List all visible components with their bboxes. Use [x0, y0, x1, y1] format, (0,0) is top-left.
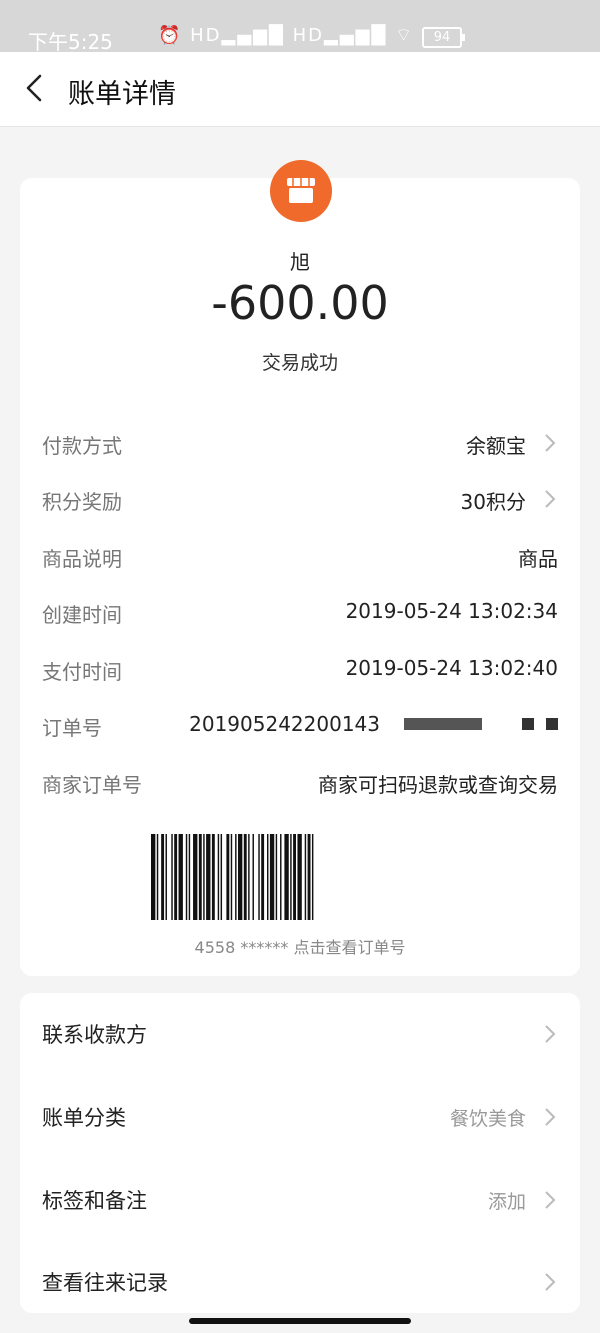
menu-hint: 餐饮美食	[449, 1108, 526, 1130]
detail-row-points[interactable]: 积分奖励 30积分	[42, 478, 558, 518]
nav-bar: 账单详情	[0, 52, 600, 127]
chevron-right-icon	[545, 490, 556, 508]
menu-label: 联系收款方	[42, 1023, 147, 1047]
detail-value: 201905242200143	[189, 712, 380, 736]
transaction-amount: -600.00	[211, 276, 389, 330]
menu-label: 标签和备注	[42, 1189, 147, 1213]
chevron-right-icon	[545, 1025, 556, 1043]
detail-label: 订单号	[42, 716, 102, 740]
menu-label: 账单分类	[42, 1106, 126, 1130]
store-icon	[287, 178, 315, 203]
detail-label: 积分奖励	[42, 490, 122, 514]
detail-row-created-time: 创建时间 2019-05-24 13:02:34	[42, 591, 558, 631]
transaction-detail-card: 旭 -600.00 交易成功 付款方式 余额宝 积分奖励 30积分 商品说明 商…	[20, 160, 580, 976]
actions-card: 联系收款方 账单分类 餐饮美食 标签和备注 添加 查看往来记录	[20, 993, 580, 1313]
detail-label: 商家订单号	[42, 773, 142, 797]
back-button[interactable]	[18, 70, 54, 106]
signal-icons: ⏰ HD▂▄▆█ HD▂▄▆█ ⌔	[157, 25, 414, 46]
chevron-right-icon	[545, 1108, 556, 1126]
menu-contact-payee[interactable]: 联系收款方	[42, 1003, 558, 1063]
barcode-caption[interactable]: 4558 ****** 点击查看订单号	[20, 934, 580, 958]
detail-row-description: 商品说明 商品	[42, 535, 558, 575]
menu-history[interactable]: 查看往来记录	[42, 1251, 558, 1311]
menu-hint: 添加	[487, 1191, 526, 1213]
transaction-status: 交易成功	[261, 352, 338, 374]
detail-row-merchant-order: 商家订单号 商家可扫码退款或查询交易	[42, 761, 558, 801]
menu-label: 查看往来记录	[42, 1271, 168, 1295]
redaction-mask	[404, 718, 482, 730]
chevron-right-icon	[545, 1191, 556, 1209]
detail-value: 30积分	[460, 490, 526, 514]
redaction-mask	[546, 718, 558, 730]
detail-row-payment-method[interactable]: 付款方式 余额宝	[42, 422, 558, 462]
merchant-logo	[270, 160, 332, 222]
home-indicator[interactable]	[189, 1318, 411, 1324]
detail-label: 付款方式	[42, 434, 122, 458]
status-time: 下午5:25	[28, 30, 113, 54]
redaction-mask	[522, 718, 534, 730]
merchant-name: 旭	[290, 250, 310, 274]
detail-value: 商品	[518, 547, 558, 571]
detail-value: 余额宝	[466, 434, 526, 458]
barcode[interactable]	[151, 834, 451, 920]
detail-label: 创建时间	[42, 603, 122, 627]
detail-row-order-number: 订单号 201905242200143	[42, 704, 558, 744]
menu-tags-notes[interactable]: 标签和备注 添加	[42, 1169, 558, 1229]
detail-label: 支付时间	[42, 660, 122, 684]
page-title: 账单详情	[68, 79, 176, 110]
menu-bill-category[interactable]: 账单分类 餐饮美食	[42, 1086, 558, 1146]
detail-value: 2019-05-24 13:02:34	[345, 599, 558, 623]
detail-value: 2019-05-24 13:02:40	[345, 656, 558, 680]
detail-value: 商家可扫码退款或查询交易	[318, 773, 558, 797]
chevron-left-icon	[26, 74, 42, 102]
battery-icon: 94	[422, 27, 465, 48]
status-bar: 下午5:25 ⏰ HD▂▄▆█ HD▂▄▆█ ⌔ 94	[0, 0, 600, 54]
detail-row-paid-time: 支付时间 2019-05-24 13:02:40	[42, 648, 558, 688]
chevron-right-icon	[545, 1273, 556, 1291]
detail-label: 商品说明	[42, 547, 122, 571]
chevron-right-icon	[545, 434, 556, 452]
